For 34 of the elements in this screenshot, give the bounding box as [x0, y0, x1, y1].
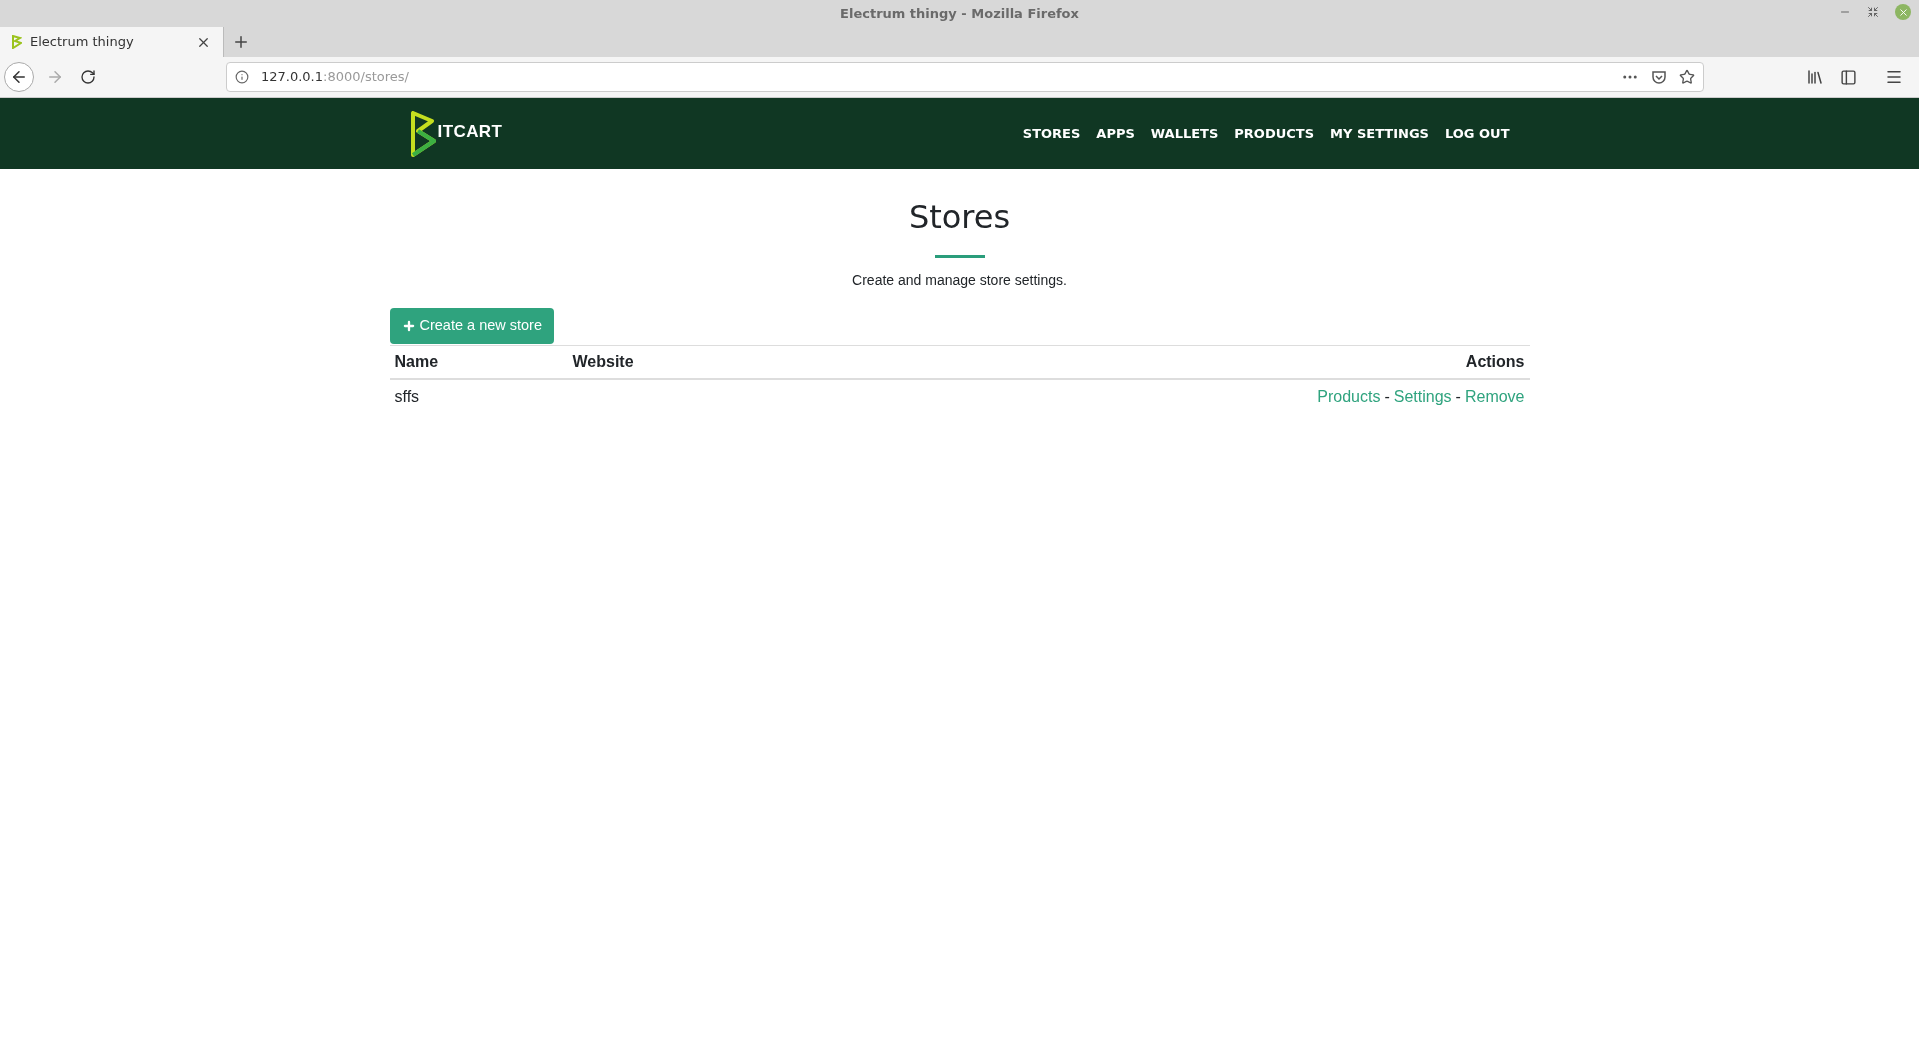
nav-link[interactable]: WALLETS [1150, 123, 1219, 144]
address-bar[interactable]: 127.0.0.1:8000/stores/ [226, 62, 1704, 92]
table-cell: sffs [389, 379, 568, 414]
window-title: Electrum thingy - Mozilla Firefox [840, 4, 1079, 23]
tab-favicon-icon [12, 35, 22, 49]
reload-icon[interactable] [80, 69, 96, 85]
nav-link[interactable]: LOG OUT [1444, 123, 1510, 144]
plus-icon [401, 319, 416, 333]
new-tab-icon[interactable] [232, 33, 250, 51]
tab-title: Electrum thingy [30, 33, 135, 52]
pocket-icon[interactable] [1651, 69, 1667, 85]
logo-text: ITCART [437, 121, 503, 143]
menu-icon[interactable] [1885, 68, 1903, 86]
nav-link[interactable]: MY SETTINGS [1330, 123, 1429, 144]
separator-text: - [1455, 388, 1461, 405]
logo-icon [409, 110, 436, 157]
nav-link[interactable]: PRODUCTS [1234, 123, 1315, 144]
restore-icon[interactable] [1867, 6, 1879, 18]
library-icon[interactable] [1806, 68, 1824, 86]
page-title: Stores [908, 197, 1011, 238]
title-underline [934, 255, 985, 258]
column-header: Website [567, 345, 805, 379]
column-header: Name [389, 345, 568, 379]
browser-tab[interactable]: Electrum thingy [0, 25, 224, 57]
column-header: Actions [804, 345, 1530, 379]
bookmark-star-icon[interactable] [1679, 69, 1695, 85]
nav-link[interactable]: STORES [1022, 123, 1081, 144]
separator-text: - [1384, 388, 1390, 405]
back-button[interactable] [4, 62, 34, 92]
url-text: 127.0.0.1:8000/stores/ [261, 68, 410, 87]
nav-link[interactable]: APPS [1096, 123, 1135, 144]
info-icon [235, 70, 249, 84]
sidebar-icon[interactable] [1840, 68, 1857, 86]
page-subtitle: Create and manage store settings. [852, 271, 1067, 290]
